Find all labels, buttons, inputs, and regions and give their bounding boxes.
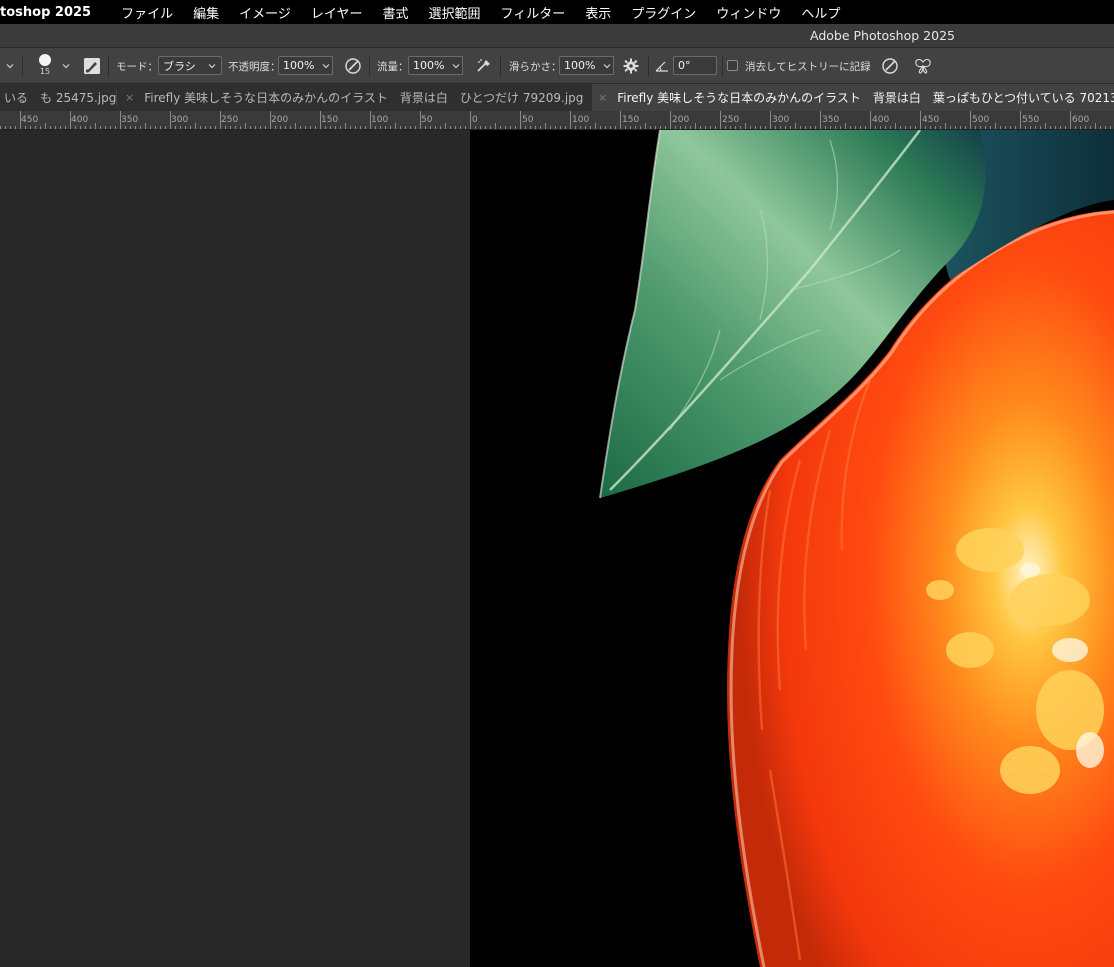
divider [648, 55, 649, 77]
ruler-label: 400 [71, 115, 89, 125]
opacity-value: 100% [283, 59, 315, 72]
chevron-down-icon [207, 62, 217, 70]
menu-file[interactable]: ファイル [111, 3, 183, 22]
menu-window[interactable]: ウィンドウ [706, 3, 791, 22]
document-canvas[interactable] [470, 130, 1114, 967]
document-tab[interactable]: × Firefly 美味しそうな日本のみかんのイラスト 背景は白 ひとつだけ 7… [117, 84, 591, 111]
window-title: Adobe Photoshop 2025 [810, 28, 955, 43]
symmetry-butterfly-icon[interactable] [913, 56, 933, 76]
opacity-slider-toggle[interactable] [319, 56, 333, 75]
divider [22, 55, 23, 77]
ruler-label: 500 [972, 115, 990, 125]
app-menu[interactable]: toshop 2025 [0, 5, 111, 20]
angle-icon [652, 56, 672, 76]
menu-filter[interactable]: フィルター [491, 3, 576, 22]
opacity-label: 不透明度： [228, 61, 281, 73]
brush-size-value: 15 [39, 67, 51, 76]
window-title-bar: Adobe Photoshop 2025 [0, 24, 1114, 48]
divider [500, 55, 501, 77]
brush-tip-icon [39, 54, 51, 66]
erase-history-label: 消去してヒストリーに記録 [745, 61, 871, 73]
ruler-label: 400 [872, 115, 890, 125]
ruler-label: 100 [371, 115, 389, 125]
close-icon[interactable]: × [598, 91, 607, 104]
divider [722, 55, 723, 77]
ruler-label: 150 [622, 115, 640, 125]
brush-angle-input[interactable]: 0° [673, 56, 717, 75]
menu-view[interactable]: 表示 [575, 3, 621, 22]
mode-value: ブラシ [163, 59, 196, 73]
close-icon[interactable]: × [125, 91, 134, 104]
pasteboard[interactable] [0, 130, 1114, 967]
ruler-label: 450 [922, 115, 940, 125]
ruler-label: 200 [271, 115, 289, 125]
ruler-label: 100 [572, 115, 590, 125]
tab-label: Firefly 美味しそうな日本のみかんのイラスト 背景は白 葉っぱもひとつ付い… [617, 91, 1114, 105]
document-tab-active[interactable]: × Firefly 美味しそうな日本のみかんのイラスト 背景は白 葉っぱもひとつ… [592, 84, 1114, 111]
smoothing-input[interactable]: 100% [559, 56, 601, 75]
opacity-input[interactable]: 100% [278, 56, 320, 75]
ruler-label: 250 [221, 115, 239, 125]
brush-angle-value: 0° [678, 59, 691, 72]
horizontal-ruler[interactable]: 450 400 350 300 250 200 150 100 50 0 50 … [0, 111, 1114, 130]
mode-select[interactable]: ブラシ [158, 56, 222, 75]
ruler-label: 600 [1072, 115, 1090, 125]
ruler-label: 550 [1022, 115, 1040, 125]
pressure-size-icon[interactable] [880, 56, 900, 76]
menu-bar: toshop 2025 ファイル 編集 イメージ レイヤー 書式 選択範囲 フィ… [0, 0, 1114, 24]
brush-preset-chevron-icon[interactable] [62, 62, 70, 70]
ruler-label: 0 [472, 115, 478, 125]
menu-plugins[interactable]: プラグイン [621, 3, 706, 22]
ruler-label: 450 [21, 115, 39, 125]
ruler-label: 350 [121, 115, 139, 125]
document-tabs: いる も 25475.jpg × Firefly 美味しそうな日本のみかんのイラ… [0, 84, 1114, 111]
ruler-label: 50 [522, 115, 534, 125]
ruler-label: 250 [722, 115, 740, 125]
divider [369, 55, 370, 77]
pressure-opacity-icon[interactable] [343, 56, 363, 76]
ruler-ticks [0, 111, 1111, 129]
mandarin-artwork [599, 130, 1114, 967]
smoothing-value: 100% [564, 59, 596, 72]
smoothing-slider-toggle[interactable] [600, 56, 614, 75]
smoothing-label: 滑らかさ： [509, 61, 562, 73]
tab-label: Firefly 美味しそうな日本のみかんのイラスト 背景は白 ひとつだけ 792… [144, 91, 584, 105]
tool-options-bar: 15 モード： ブラシ 不透明度： 100% 流量： 100% 滑らかさ： 10… [0, 48, 1114, 84]
flow-value: 100% [413, 59, 445, 72]
ruler-label: 350 [822, 115, 840, 125]
menu-layer[interactable]: レイヤー [301, 3, 373, 22]
ruler-label: 300 [171, 115, 189, 125]
menu-image[interactable]: イメージ [229, 3, 301, 22]
menu-edit[interactable]: 編集 [183, 3, 229, 22]
menu-help[interactable]: ヘルプ [791, 3, 850, 22]
smoothing-settings-gear-icon[interactable] [621, 56, 641, 76]
flow-slider-toggle[interactable] [449, 56, 463, 75]
ruler-label: 200 [672, 115, 690, 125]
ruler-label: 300 [772, 115, 790, 125]
flow-label: 流量： [377, 61, 409, 73]
mode-label: モード： [116, 61, 158, 73]
tool-preset-chevron-icon[interactable] [6, 62, 14, 70]
brush-settings-panel-icon[interactable] [82, 56, 102, 76]
ruler-label: 150 [321, 115, 339, 125]
menu-type[interactable]: 書式 [373, 3, 419, 22]
erase-history-checkbox[interactable] [727, 60, 738, 71]
flow-input[interactable]: 100% [408, 56, 450, 75]
ruler-label: 50 [421, 115, 433, 125]
document-tab[interactable]: いる も 25475.jpg [0, 84, 116, 111]
divider [108, 55, 109, 77]
menu-select[interactable]: 選択範囲 [419, 3, 491, 22]
airbrush-icon[interactable] [474, 56, 494, 76]
tab-label: いる も 25475.jpg [4, 91, 117, 105]
brush-preset-picker[interactable]: 15 [33, 54, 57, 80]
